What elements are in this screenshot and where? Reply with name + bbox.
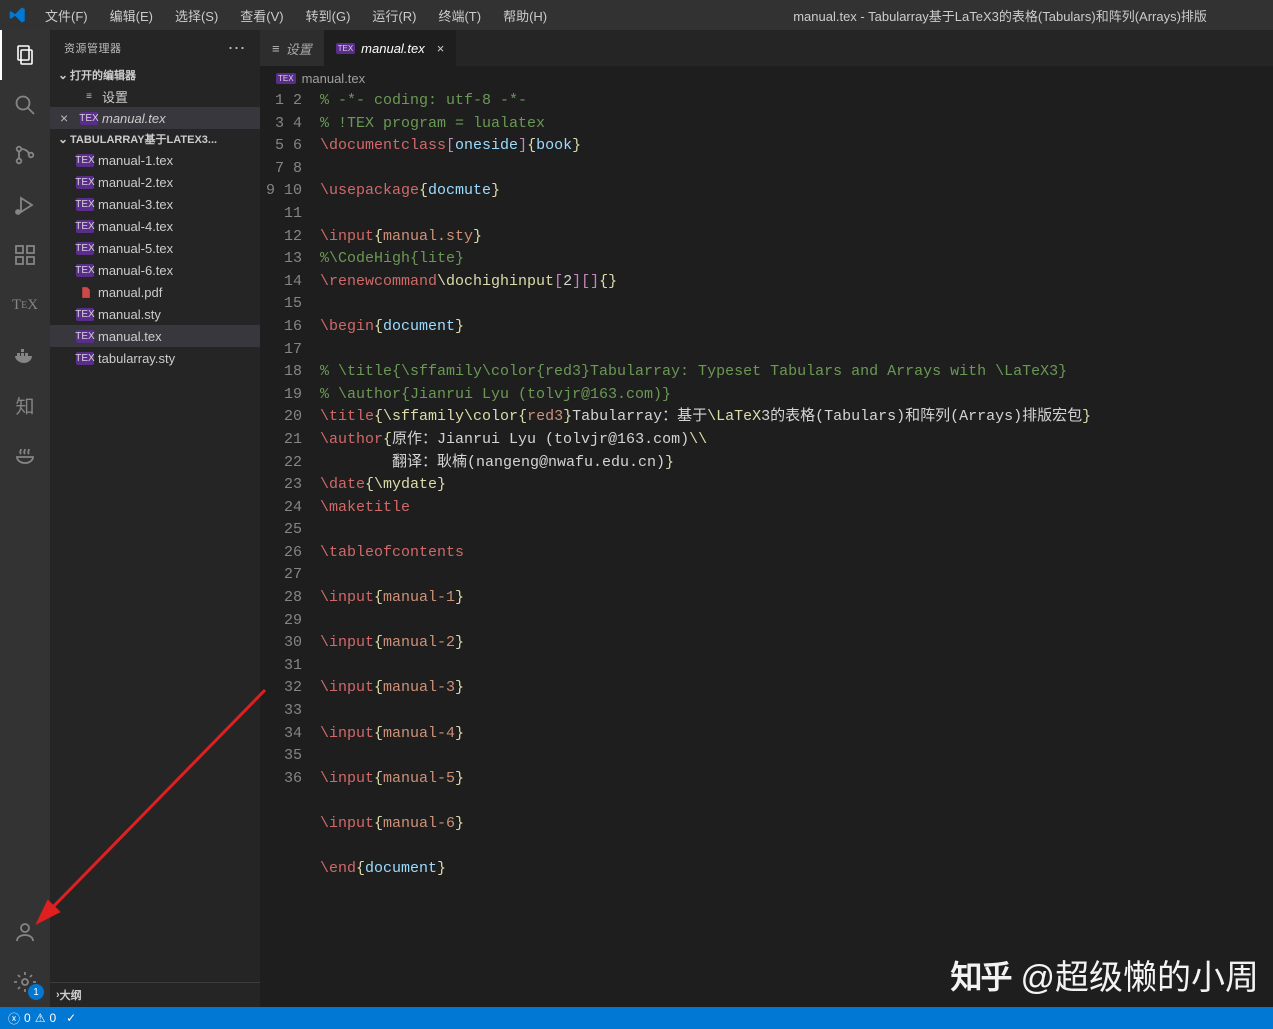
settings-badge: 1 [28,984,44,1000]
warning-icon: ⚠ [35,1011,46,1025]
file-item[interactable]: TEX tabularray.sty [50,347,260,369]
pdf-file-icon [76,286,94,299]
tex-file-icon: TEX [276,73,296,84]
file-label: manual-2.tex [98,175,173,190]
open-editor-item[interactable]: TEX manual.tex [50,107,260,129]
tabs: ≡ 设置 TEX manual.tex × [260,30,1273,66]
editor-area: ≡ 设置 TEX manual.tex × TEX manual.tex 1 2 3 4… [260,30,1273,1007]
tab-label: manual.tex [361,41,425,56]
open-editors-header[interactable]: ⌄ 打开的编辑器 [50,65,260,85]
tex-file-icon: TEX [80,112,98,125]
menu-item[interactable]: 运行(R) [362,2,426,29]
menu-bar: 文件(F)编辑(E)选择(S)查看(V)转到(G)运行(R)终端(T)帮助(H) [35,2,557,29]
debug-icon[interactable] [0,180,50,230]
error-icon: ⓧ [8,1010,20,1027]
open-editor-item[interactable]: ≡ 设置 [50,85,260,107]
code-editor[interactable]: 1 2 3 4 5 6 7 8 9 10 11 12 13 14 15 16 1… [260,90,1273,1007]
watermark: 知乎 @超级懒的小周 [950,950,1259,999]
tex-file-icon: TEX [336,43,356,54]
explorer-icon[interactable] [0,30,50,80]
file-item[interactable]: TEX manual-3.tex [50,193,260,215]
file-label: manual.tex [98,329,162,344]
cook-icon[interactable] [0,430,50,480]
menu-item[interactable]: 转到(G) [296,2,361,29]
file-label: manual-4.tex [98,219,173,234]
tex-file-icon: TEX [76,352,94,365]
file-item[interactable]: TEX manual-5.tex [50,237,260,259]
file-label: 设置 [102,87,128,106]
watermark-text: @超级懒的小周 [1020,950,1259,999]
tab[interactable]: ≡ 设置 [260,30,324,66]
status-problems[interactable]: ⓧ0 ⚠0 [8,1010,56,1027]
file-label: manual.pdf [98,285,162,300]
sidebar: 资源管理器 ⋯ ⌄ 打开的编辑器 ≡设置TEXmanual.tex ⌄ TABU… [50,30,260,1007]
git-icon[interactable] [0,130,50,180]
tex-file-icon: TEX [76,176,94,189]
file-label: manual.tex [102,111,166,126]
folder-header[interactable]: ⌄ TABULARRAY基于LATEX3... [50,129,260,149]
sidebar-title: 资源管理器 [64,40,122,56]
window-title: manual.tex - Tabularray基于LaTeX3的表格(Tabul… [557,6,1273,25]
search-icon[interactable] [0,80,50,130]
menu-item[interactable]: 终端(T) [428,2,491,29]
tex-file-icon: TEX [76,220,94,233]
file-item[interactable]: TEX manual-4.tex [50,215,260,237]
tex-file-icon: TEX [76,264,94,277]
tex-icon[interactable]: TEX [0,280,50,330]
docker-icon[interactable] [0,330,50,380]
chevron-down-icon: ⌄ [56,68,70,82]
status-check-icon[interactable]: ✓ [66,1011,76,1025]
file-label: manual-3.tex [98,197,173,212]
menu-item[interactable]: 选择(S) [165,2,228,29]
title-bar: 文件(F)编辑(E)选择(S)查看(V)转到(G)运行(R)终端(T)帮助(H)… [0,0,1273,30]
zhihu-logo-icon: 知乎 [950,952,1010,998]
settings-icon: ≡ [272,41,280,56]
file-item[interactable]: TEX manual-1.tex [50,149,260,171]
file-item[interactable]: TEX manual-6.tex [50,259,260,281]
menu-item[interactable]: 查看(V) [230,2,293,29]
zhihu-icon[interactable]: 知 [0,380,50,430]
status-bar: ⓧ0 ⚠0 ✓ [0,1007,1273,1029]
file-label: manual.sty [98,307,161,322]
breadcrumb[interactable]: TEX manual.tex [260,66,1273,90]
file-item[interactable]: TEX manual-2.tex [50,171,260,193]
file-label: tabularray.sty [98,351,175,366]
menu-item[interactable]: 帮助(H) [493,2,557,29]
vscode-logo-icon [0,6,35,24]
tex-file-icon: TEX [76,330,94,343]
file-item[interactable]: TEX manual.sty [50,303,260,325]
code-lines[interactable]: % -*- coding: utf-8 -*- % !TEX program =… [320,90,1273,1007]
account-icon[interactable] [0,907,50,957]
outline-header[interactable]: › 大纲 [50,982,260,1007]
tex-file-icon: TEX [76,308,94,321]
chevron-down-icon: ⌄ [56,132,70,146]
file-label: manual-6.tex [98,263,173,278]
tex-file-icon: TEX [76,154,94,167]
menu-item[interactable]: 文件(F) [35,2,98,29]
tex-file-icon: TEX [76,198,94,211]
tex-file-icon: TEX [76,242,94,255]
extensions-icon[interactable] [0,230,50,280]
tab[interactable]: TEX manual.tex × [324,30,457,66]
tab-label: 设置 [286,39,312,58]
menu-item[interactable]: 编辑(E) [100,2,163,29]
settings-icon[interactable]: 1 [0,957,50,1007]
settings-icon: ≡ [80,91,98,102]
close-icon[interactable]: × [437,41,445,56]
file-label: manual-1.tex [98,153,173,168]
file-item[interactable]: manual.pdf [50,281,260,303]
activity-bar: TEX 知 1 [0,30,50,1007]
file-item[interactable]: TEX manual.tex [50,325,260,347]
file-label: manual-5.tex [98,241,173,256]
line-gutter: 1 2 3 4 5 6 7 8 9 10 11 12 13 14 15 16 1… [260,90,320,1007]
